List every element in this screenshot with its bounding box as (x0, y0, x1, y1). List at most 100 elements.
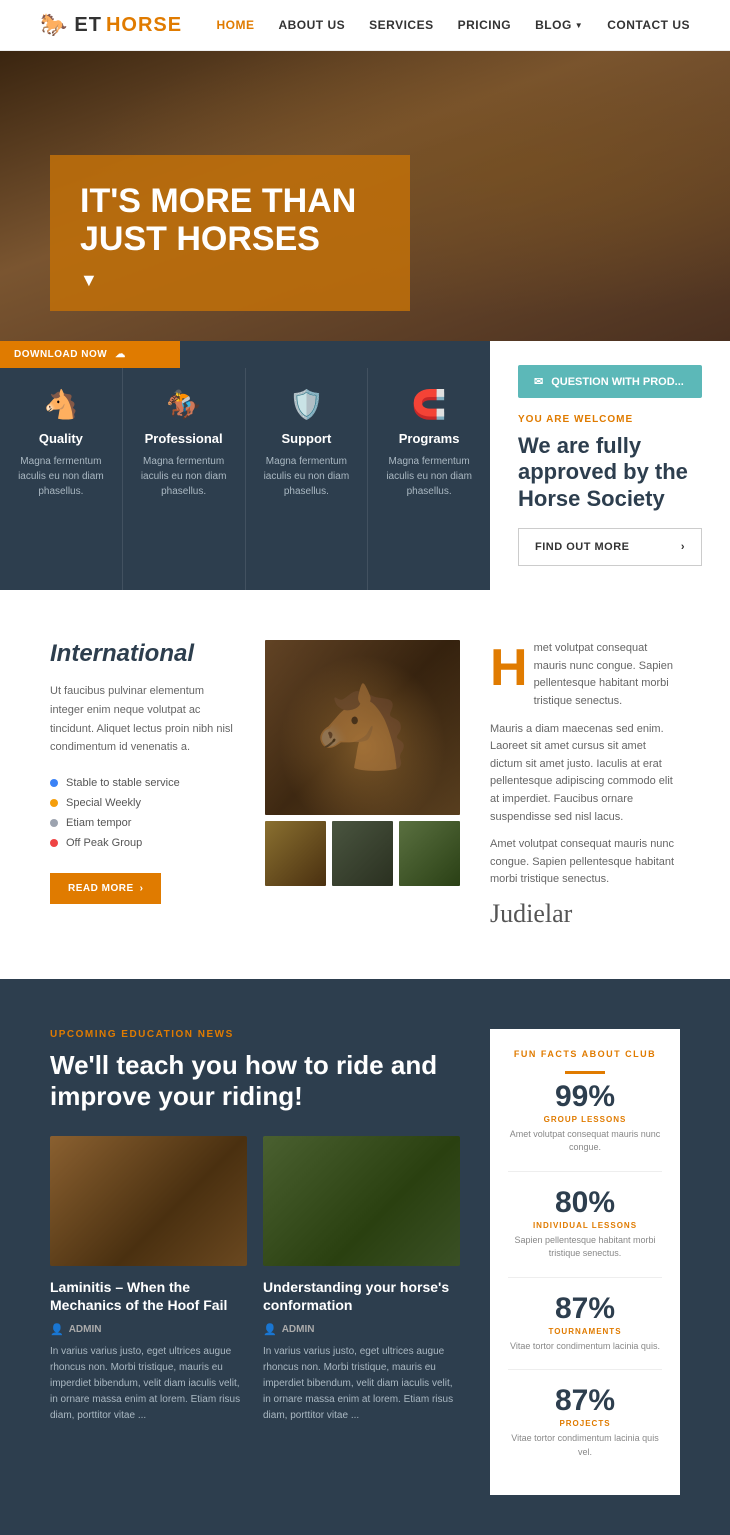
nav-pricing[interactable]: PRICING (458, 18, 512, 32)
admin-line-1: 👤 ADMIN (50, 1323, 247, 1336)
fact-name-3: TOURNAMENTS (508, 1327, 662, 1336)
feature-desc-professional: Magna fermentum iaculis eu non diam phas… (137, 454, 231, 499)
list-item: Stable to stable service (50, 773, 235, 793)
logo: 🐎 ET HORSE (40, 12, 182, 38)
support-icon: 🛡️ (260, 388, 354, 421)
download-bar[interactable]: DOWNLOAD NOW ☁ (0, 341, 180, 368)
features-section: DOWNLOAD NOW ☁ 🐴 Quality Magna fermentum… (0, 341, 730, 590)
read-more-button[interactable]: READ MORE › (50, 873, 161, 904)
edu-card-image-1 (50, 1136, 247, 1266)
dot-orange (50, 799, 58, 807)
fact-name-4: PROJECTS (508, 1419, 662, 1428)
list-item: Off Peak Group (50, 833, 235, 853)
fact-percent-1: 99% (508, 1082, 662, 1112)
intl-body-1: H met volutpat consequat mauris nunc con… (490, 640, 680, 710)
edu-card-1: Laminitis – When the Mechanics of the Ho… (50, 1136, 247, 1423)
feature-card-programs: 🧲 Programs Magna fermentum iaculis eu no… (368, 368, 490, 590)
hero-content: IT'S MORE THAN JUST HORSES ▼ (50, 155, 410, 311)
professional-icon: 🏇 (137, 388, 231, 421)
admin-label-2: ADMIN (282, 1324, 315, 1335)
edu-left: UPCOMING EDUCATION NEWS We'll teach you … (50, 1029, 460, 1424)
edu-cards: Laminitis – When the Mechanics of the Ho… (50, 1136, 460, 1423)
intl-desc: Ut faucibus pulvinar elementum integer e… (50, 682, 235, 757)
list-item: Special Weekly (50, 793, 235, 813)
user-icon-2: 👤 (263, 1323, 277, 1336)
fact-item-2: 80% INDIVIDUAL LESSONS Sapien pellentesq… (508, 1188, 662, 1278)
facts-divider (565, 1071, 605, 1074)
fact-name-1: GROUP LESSONS (508, 1115, 662, 1124)
drop-cap: H (490, 642, 528, 694)
edu-card-desc-2: In varius varius justo, eget ultrices au… (263, 1344, 460, 1424)
fact-desc-2: Sapien pellentesque habitant morbi trist… (508, 1234, 662, 1261)
edu-card-desc-1: In varius varius justo, eget ultrices au… (50, 1344, 247, 1424)
read-more-label: READ MORE (68, 883, 134, 894)
question-label: QUESTION WITH PROD... (551, 376, 684, 388)
fact-percent-4: 87% (508, 1386, 662, 1416)
chevron-down-icon: ▼ (575, 21, 583, 30)
edu-label: UPCOMING EDUCATION NEWS (50, 1029, 460, 1040)
features-left: DOWNLOAD NOW ☁ 🐴 Quality Magna fermentum… (0, 341, 490, 590)
nav-services[interactable]: SERVICES (369, 18, 433, 32)
feature-title-support: Support (260, 431, 354, 446)
nav-blog[interactable]: BLOG ▼ (535, 18, 583, 32)
thumb-image-1 (265, 821, 326, 886)
programs-icon: 🧲 (382, 388, 476, 421)
nav-home[interactable]: HOME (216, 18, 254, 32)
hero-section: IT'S MORE THAN JUST HORSES ▼ (0, 51, 730, 341)
feature-desc-support: Magna fermentum iaculis eu non diam phas… (260, 454, 354, 499)
intl-right: H met volutpat consequat mauris nunc con… (490, 640, 680, 929)
international-section: International Ut faucibus pulvinar eleme… (0, 590, 730, 979)
logo-et: ET (74, 14, 102, 37)
you-welcome-label: YOU ARE WELCOME (518, 414, 702, 425)
feature-cards: 🐴 Quality Magna fermentum iaculis eu non… (0, 368, 490, 590)
find-out-button[interactable]: FIND OUT MORE › (518, 528, 702, 566)
quality-icon: 🐴 (14, 388, 108, 421)
feature-card-quality: 🐴 Quality Magna fermentum iaculis eu non… (0, 368, 123, 590)
hero-title: IT'S MORE THAN JUST HORSES (80, 183, 380, 258)
intl-title: International (50, 640, 235, 668)
envelope-icon: ✉ (534, 375, 543, 388)
edu-card-2: Understanding your horse's conformation … (263, 1136, 460, 1423)
edu-card-title-2: Understanding your horse's conformation (263, 1278, 460, 1314)
fact-percent-2: 80% (508, 1188, 662, 1218)
intl-body-3: Amet volutpat consequat mauris nunc cong… (490, 836, 680, 889)
thumb-image-2 (332, 821, 393, 886)
admin-line-2: 👤 ADMIN (263, 1323, 460, 1336)
intl-list: Stable to stable service Special Weekly … (50, 773, 235, 853)
fact-name-2: INDIVIDUAL LESSONS (508, 1221, 662, 1230)
intl-body-2: Mauris a diam maecenas sed enim. Laoreet… (490, 721, 680, 827)
feature-card-professional: 🏇 Professional Magna fermentum iaculis e… (123, 368, 246, 590)
fact-item-1: 99% GROUP LESSONS Amet volutpat consequa… (508, 1082, 662, 1172)
nav-links: HOME ABOUT US SERVICES PRICING BLOG ▼ CO… (216, 18, 690, 32)
cloud-icon: ☁ (115, 349, 126, 360)
question-button[interactable]: ✉ QUESTION WITH PROD... (518, 365, 702, 398)
fact-item-3: 87% TOURNAMENTS Vitae tortor condimentum… (508, 1294, 662, 1371)
education-section: UPCOMING EDUCATION NEWS We'll teach you … (0, 979, 730, 1535)
arrow-right-icon: › (140, 883, 144, 894)
list-item: Etiam tempor (50, 813, 235, 833)
nav-about[interactable]: ABOUT US (278, 18, 345, 32)
dot-gray (50, 819, 58, 827)
edu-card-image-2 (263, 1136, 460, 1266)
feature-card-support: 🛡️ Support Magna fermentum iaculis eu no… (246, 368, 369, 590)
user-icon: 👤 (50, 1323, 64, 1336)
fact-desc-3: Vitae tortor condimentum lacinia quis. (508, 1340, 662, 1354)
hero-arrow-icon: ▼ (80, 270, 380, 291)
dot-blue (50, 779, 58, 787)
nav-blog-label: BLOG (535, 18, 572, 32)
edu-card-title-1: Laminitis – When the Mechanics of the Ho… (50, 1278, 247, 1314)
download-label: DOWNLOAD NOW (14, 349, 107, 360)
main-horse-image (265, 640, 460, 815)
fact-item-4: 87% PROJECTS Vitae tortor condimentum la… (508, 1386, 662, 1475)
dot-red (50, 839, 58, 847)
find-out-label: FIND OUT MORE (535, 541, 630, 553)
feature-title-programs: Programs (382, 431, 476, 446)
edu-title: We'll teach you how to ride and improve … (50, 1050, 460, 1112)
nav-contact[interactable]: CONTACT US (607, 18, 690, 32)
fact-percent-3: 87% (508, 1294, 662, 1324)
feature-desc-programs: Magna fermentum iaculis eu non diam phas… (382, 454, 476, 499)
facts-label: FUN FACTS ABOUT CLUB (508, 1049, 662, 1059)
feature-title-professional: Professional (137, 431, 231, 446)
fact-desc-4: Vitae tortor condimentum lacinia quis ve… (508, 1432, 662, 1459)
facts-sidebar: FUN FACTS ABOUT CLUB 99% GROUP LESSONS A… (490, 1029, 680, 1496)
